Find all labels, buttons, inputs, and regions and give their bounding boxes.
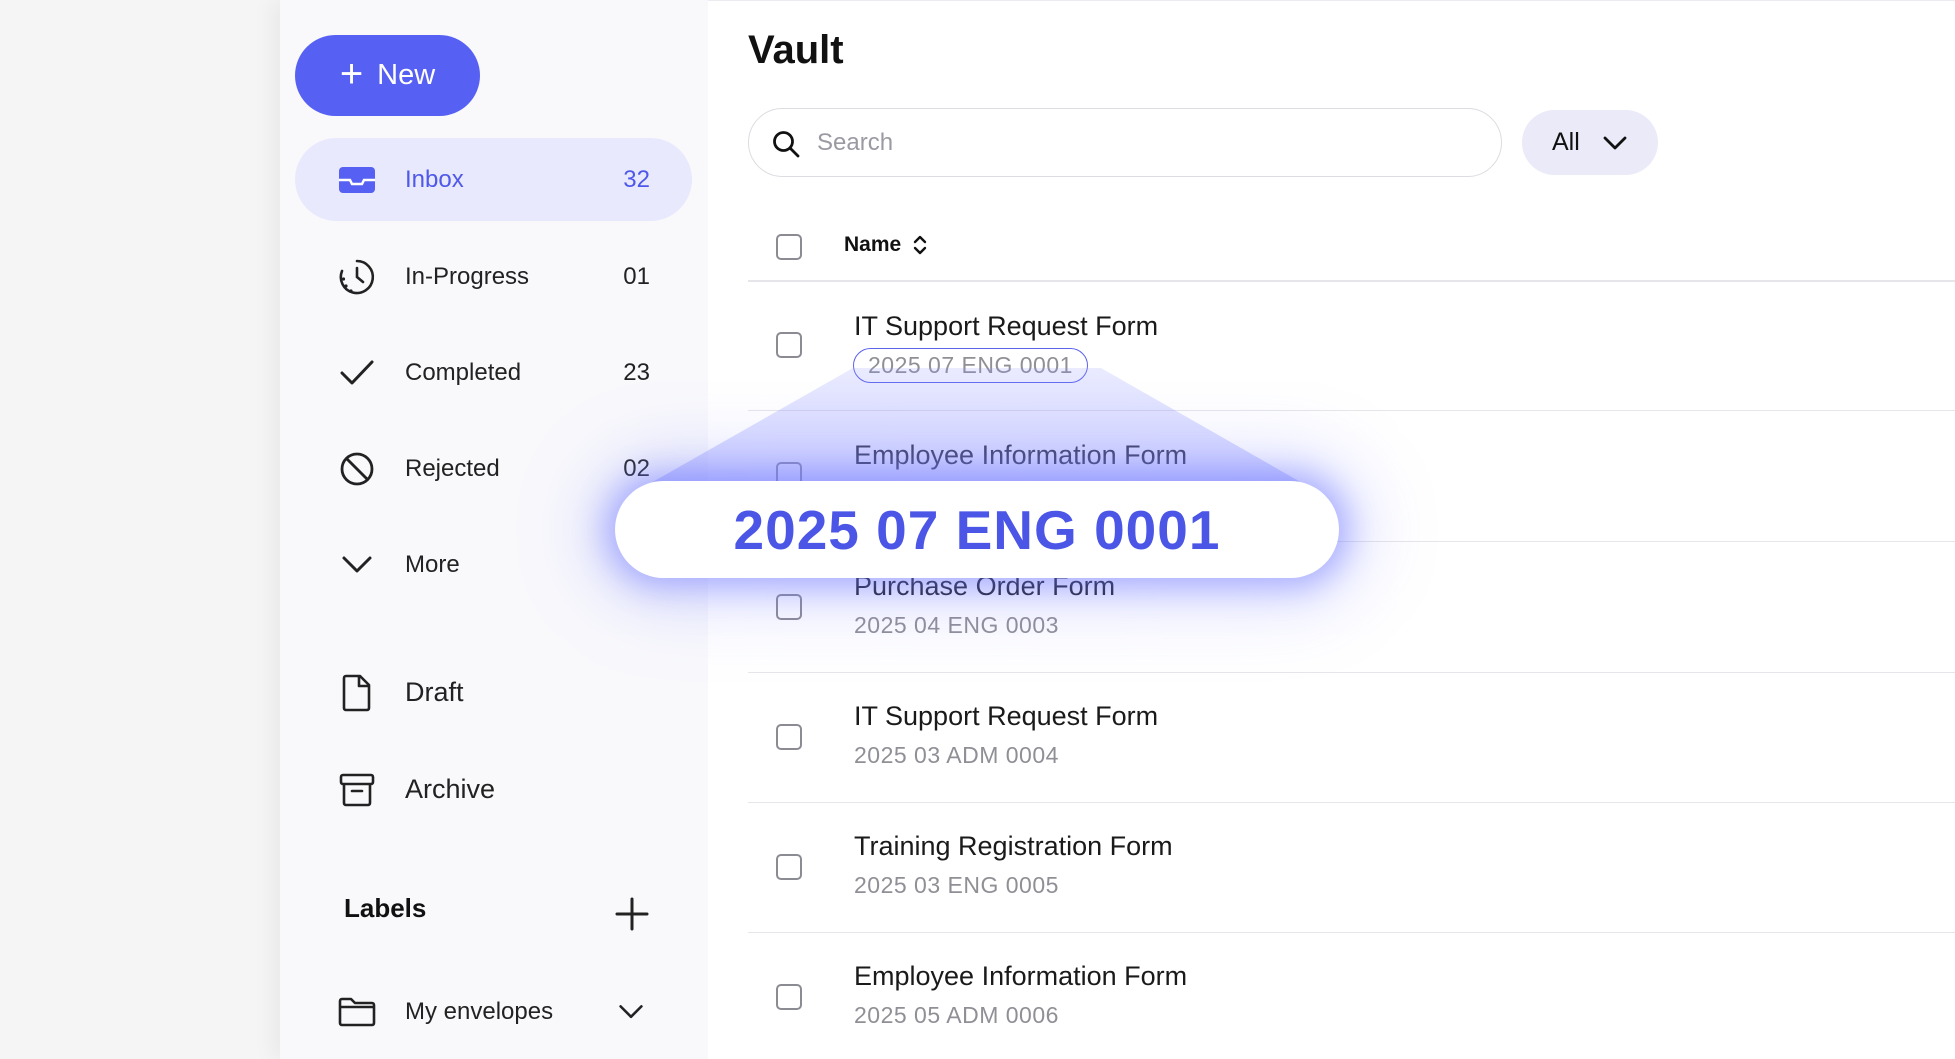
- plus-icon: +: [339, 51, 364, 96]
- sidebar-item-label: Draft: [405, 677, 464, 707]
- folder-icon: [338, 997, 376, 1027]
- row-checkbox[interactable]: [776, 332, 802, 358]
- sidebar-item-label: Archive: [405, 774, 496, 804]
- clock-icon: [339, 259, 375, 295]
- search-input[interactable]: [817, 123, 1477, 163]
- sidebar-item-in-progress[interactable]: In-Progress 01: [295, 235, 692, 318]
- outer-background: [0, 0, 280, 1059]
- filter-dropdown[interactable]: All: [1522, 110, 1658, 175]
- sidebar-item-count: 02: [623, 454, 650, 482]
- sidebar-item-count: 01: [623, 262, 650, 290]
- row-checkbox[interactable]: [776, 854, 802, 880]
- column-header-name[interactable]: Name: [844, 233, 929, 257]
- row-code-highlighted: 2025 07 ENG 0001: [853, 348, 1088, 383]
- row-title: Employee Information Form: [854, 961, 1188, 991]
- row-checkbox[interactable]: [776, 984, 802, 1010]
- sort-icon: [914, 235, 927, 255]
- zoomed-code-callout: 2025 07 ENG 0001: [615, 481, 1339, 578]
- row-checkbox[interactable]: [776, 724, 802, 750]
- chevron-down-icon: [342, 556, 372, 573]
- sidebar-item-label: In-Progress: [405, 262, 530, 290]
- sidebar-item-label: Inbox: [405, 165, 464, 193]
- sidebar-item-label: My envelopes: [405, 997, 554, 1025]
- row-code: 2025 04 ENG 0003: [854, 612, 1059, 638]
- labels-heading: Labels: [344, 893, 427, 923]
- sidebar-item-label: Rejected: [405, 454, 500, 482]
- file-icon: [342, 674, 371, 712]
- sidebar-item-count: 32: [623, 165, 650, 193]
- new-button[interactable]: + New: [295, 35, 480, 116]
- archive-icon: [339, 773, 375, 807]
- row-code: 2025 03 ADM 0004: [854, 742, 1059, 768]
- row-code: 2025 05 ADM 0006: [854, 1002, 1059, 1028]
- search-icon: [773, 131, 800, 158]
- table-row[interactable]: Employee Information Form 2025 05 ADM 00…: [748, 933, 1955, 1059]
- table-row[interactable]: IT Support Request Form 2025 03 ADM 0004: [748, 673, 1955, 803]
- sidebar-item-archive[interactable]: Archive: [295, 748, 692, 831]
- sidebar-item-draft[interactable]: Draft: [295, 651, 692, 734]
- column-header-label: Name: [844, 233, 902, 256]
- row-code: 2025 03 ENG 0005: [854, 872, 1059, 898]
- sidebar-item-my-envelopes[interactable]: My envelopes: [295, 970, 692, 1053]
- table-row[interactable]: Training Registration Form 2025 03 ENG 0…: [748, 803, 1955, 933]
- check-icon: [340, 360, 374, 385]
- filter-selected-value: All: [1552, 128, 1580, 156]
- row-title: Employee Information Form: [854, 440, 1188, 470]
- row-title: IT Support Request Form: [854, 701, 1159, 731]
- sidebar-item-completed[interactable]: Completed 23: [295, 331, 692, 414]
- chevron-down-icon: [1603, 136, 1627, 150]
- inbox-icon: [339, 167, 375, 193]
- add-label-plus-icon[interactable]: [612, 894, 652, 934]
- sidebar-item-inbox[interactable]: Inbox 32: [295, 138, 692, 221]
- new-button-label: New: [377, 59, 436, 91]
- row-title: IT Support Request Form: [854, 311, 1159, 341]
- sidebar-item-count: 23: [623, 358, 650, 386]
- search-bar: [748, 108, 1502, 177]
- sidebar-item-label: More: [405, 550, 460, 578]
- page-title: Vault: [748, 28, 844, 72]
- select-all-checkbox[interactable]: [776, 234, 802, 260]
- sidebar-item-label: Completed: [405, 358, 522, 386]
- row-checkbox[interactable]: [776, 594, 802, 620]
- ban-icon: [340, 452, 374, 486]
- divider: [748, 409, 1955, 411]
- chevron-down-icon[interactable]: [615, 996, 647, 1028]
- row-title: Training Registration Form: [854, 831, 1173, 861]
- table-row[interactable]: IT Support Request Form 2025 07 ENG 0001: [748, 281, 1955, 411]
